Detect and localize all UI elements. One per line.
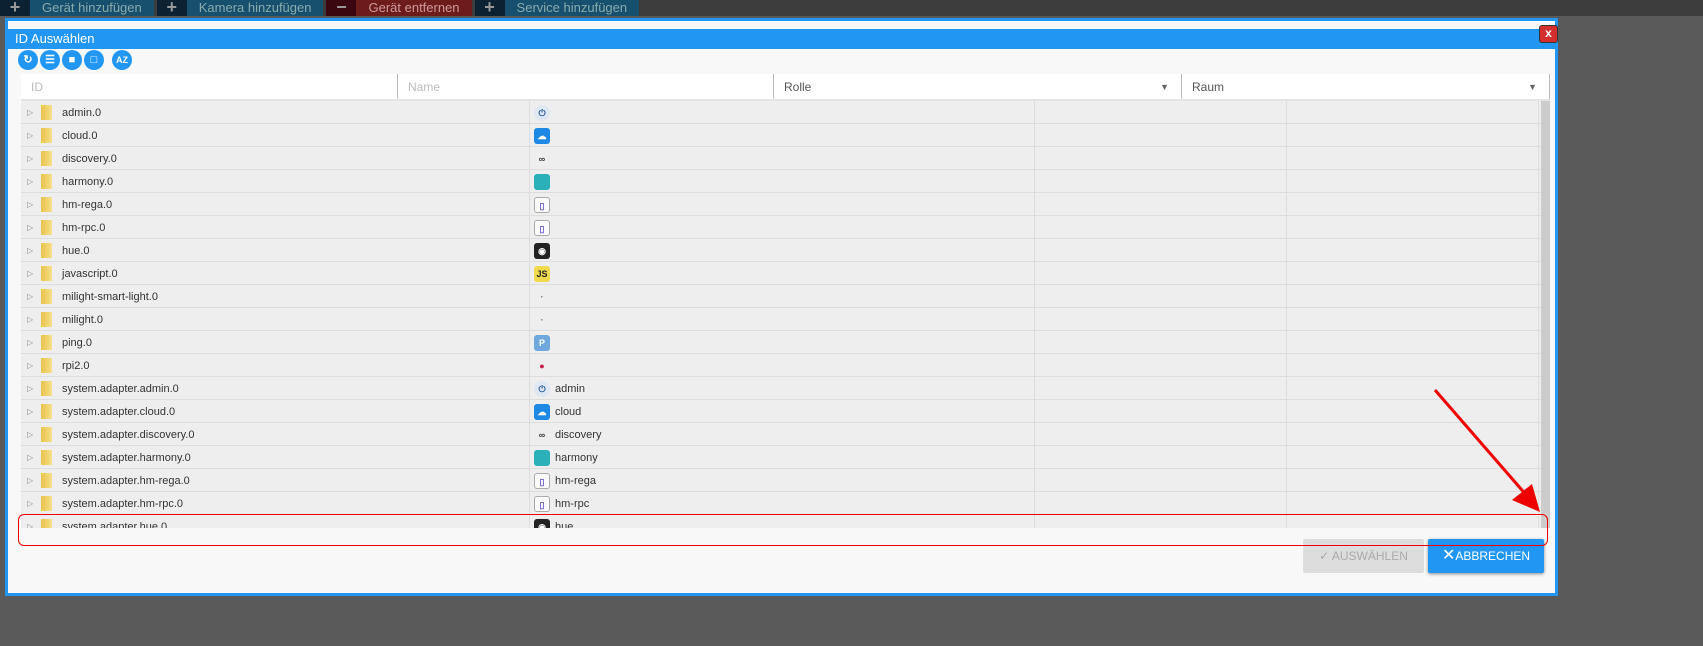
annotation-arrow (1433, 389, 1540, 512)
